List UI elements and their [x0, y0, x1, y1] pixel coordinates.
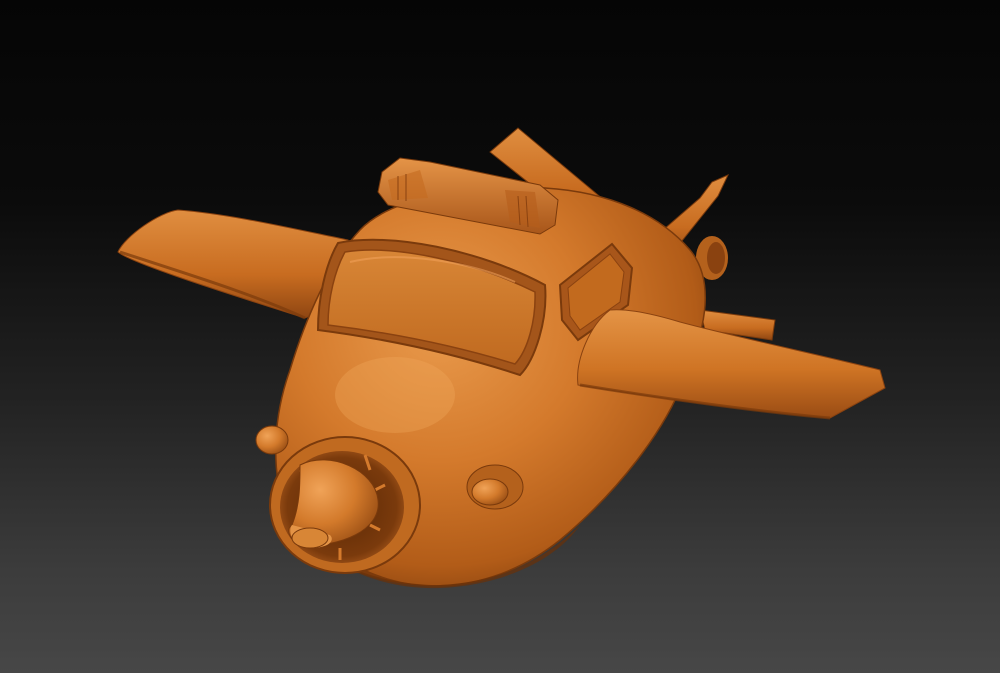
left-wing [117, 209, 349, 320]
right-engine-pod [466, 464, 524, 510]
render-viewport [0, 0, 1000, 673]
left-side-light [255, 425, 289, 455]
airplane-render [117, 127, 886, 589]
